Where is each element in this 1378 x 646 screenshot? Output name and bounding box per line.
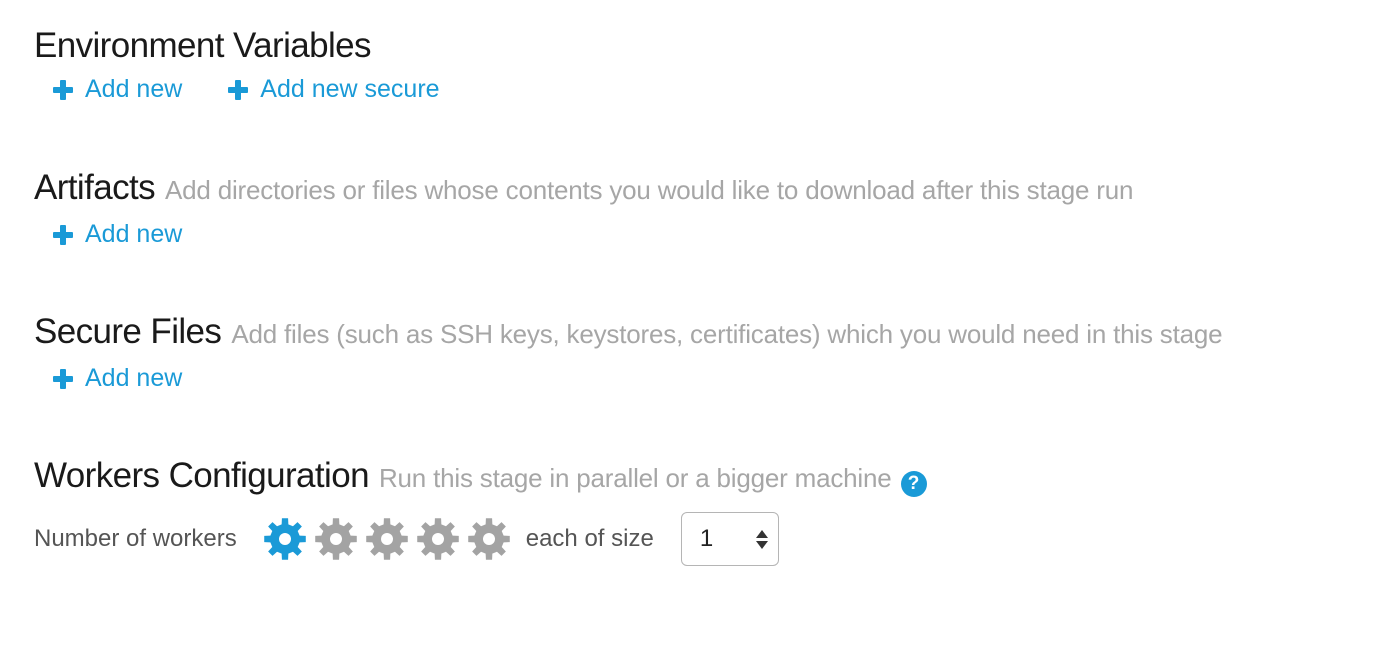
worker-gear-icon[interactable]	[314, 517, 358, 561]
plus-icon	[53, 79, 73, 100]
workers-count-label: Number of workers	[34, 525, 237, 552]
worker-gear-icon[interactable]	[467, 517, 511, 561]
add-secure-file-button[interactable]: Add new	[53, 364, 182, 393]
add-artifact-label: Add new	[85, 220, 183, 248]
artifacts-section: Artifacts Add directories or files whose…	[34, 168, 1133, 249]
env-vars-title: Environment Variables	[34, 26, 372, 65]
plus-icon	[53, 224, 73, 245]
plus-icon	[53, 368, 73, 389]
worker-size-label: each of size	[525, 525, 654, 552]
worker-gear-icon[interactable]	[365, 517, 409, 561]
artifacts-heading: Artifacts Add directories or files whose…	[34, 168, 1133, 208]
worker-count-selector	[263, 517, 518, 561]
workers-controls: Number of workers each of size 1	[34, 512, 927, 566]
add-artifact-button[interactable]: Add new	[53, 220, 182, 249]
worker-gear-icon[interactable]	[416, 517, 460, 561]
worker-gear-icon[interactable]	[263, 517, 307, 561]
add-env-var-label: Add new	[85, 75, 183, 103]
workers-section: Workers Configuration Run this stage in …	[34, 456, 927, 566]
add-secure-file-label: Add new	[85, 364, 183, 392]
env-vars-actions: Add new Add new secure	[53, 75, 486, 104]
secure-files-description: Add files (such as SSH keys, keystores, …	[231, 319, 1223, 349]
workers-heading: Workers Configuration Run this stage in …	[34, 456, 927, 497]
add-secure-env-var-label: Add new secure	[260, 75, 440, 103]
add-secure-env-var-button[interactable]: Add new secure	[228, 75, 440, 104]
workers-title: Workers Configuration	[34, 456, 370, 495]
env-vars-section: Environment Variables Add new Add new se…	[34, 26, 486, 104]
plus-icon	[228, 79, 249, 100]
artifacts-title: Artifacts	[34, 168, 156, 207]
secure-files-title: Secure Files	[34, 312, 222, 351]
env-vars-heading: Environment Variables	[34, 26, 486, 66]
select-arrows-icon	[755, 529, 768, 549]
add-env-var-button[interactable]: Add new	[53, 75, 182, 104]
secure-files-heading: Secure Files Add files (such as SSH keys…	[34, 312, 1223, 352]
secure-files-actions: Add new	[53, 364, 1222, 393]
worker-size-select[interactable]: 1	[680, 512, 779, 566]
worker-size-value: 1	[699, 525, 714, 552]
artifacts-description: Add directories or files whose contents …	[165, 175, 1134, 205]
workers-description: Run this stage in parallel or a bigger m…	[378, 463, 892, 493]
secure-files-section: Secure Files Add files (such as SSH keys…	[34, 312, 1223, 393]
artifacts-actions: Add new	[53, 220, 1133, 249]
help-icon[interactable]: ?	[900, 471, 927, 497]
